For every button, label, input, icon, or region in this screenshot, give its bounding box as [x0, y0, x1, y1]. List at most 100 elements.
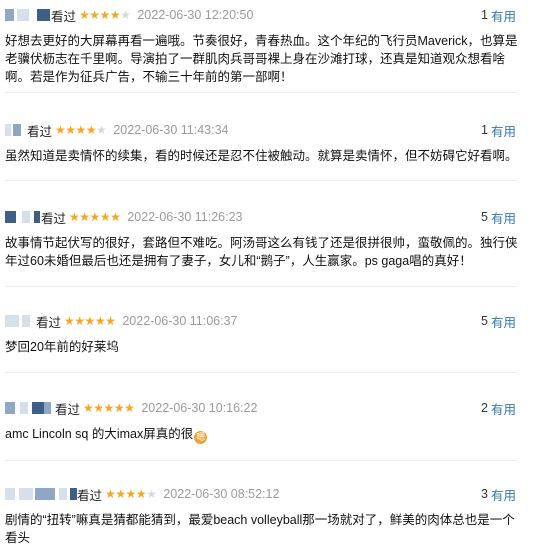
star-filled-icon: ★	[89, 210, 101, 224]
review-content: 剧情的“扭转”嘛真是猜都能猜到，最爱beach volleyball那一场就对了…	[5, 513, 515, 545]
divider	[5, 372, 517, 373]
star-filled-icon: ★	[109, 8, 121, 22]
review-meta: 看过 ★★★★★ 2022-06-30 11:43:34	[5, 120, 229, 140]
review-timestamp: 2022-06-30 10:16:22	[141, 401, 258, 415]
watched-label: 看过	[41, 211, 67, 226]
watched-label: 看过	[27, 124, 53, 139]
star-filled-icon: ★	[84, 314, 96, 328]
rating-stars: ★★★★★	[69, 210, 121, 224]
useful-button[interactable]: 有用	[491, 208, 516, 227]
star-filled-icon: ★	[113, 401, 125, 415]
review-content: 梦回20年前的好莱坞	[5, 340, 119, 354]
vote-count: 1	[481, 8, 488, 22]
star-filled-icon: ★	[125, 487, 137, 501]
username-redacted[interactable]	[17, 9, 29, 21]
star-empty-icon: ★	[120, 8, 131, 22]
star-filled-icon: ★	[103, 401, 115, 415]
review-meta: 看过 ★★★★★ 2022-06-30 11:06:37	[5, 311, 238, 331]
vote-area: 2 有用	[481, 398, 516, 418]
username-redacted[interactable]	[44, 402, 51, 414]
star-filled-icon: ★	[99, 8, 111, 22]
useful-button[interactable]: 有用	[491, 6, 516, 25]
divider	[5, 92, 517, 93]
vote-area: 1 有用	[481, 5, 516, 25]
username-redacted[interactable]	[59, 488, 67, 500]
star-filled-icon: ★	[124, 401, 135, 415]
vote-area: 5 有用	[481, 311, 516, 331]
star-filled-icon: ★	[94, 314, 106, 328]
vote-area: 5 有用	[481, 207, 516, 227]
star-filled-icon: ★	[65, 123, 76, 137]
rating-stars: ★★★★★	[55, 123, 107, 137]
review-content: 故事情节起伏写的很好，套路但不难吃。阿汤哥这么有钱了还是很拼很帅，蛮敬佩的。独行…	[5, 236, 518, 268]
star-filled-icon: ★	[85, 123, 97, 137]
star-filled-icon: ★	[74, 314, 85, 328]
star-empty-icon: ★	[96, 123, 107, 137]
username-redacted[interactable]	[19, 488, 33, 500]
review-content: 虽然知道是卖情怀的续集，看的时候还是忍不住被触动。就算是卖情怀，但不妨碍它好看啊…	[5, 149, 518, 163]
watched-label: 看过	[36, 315, 62, 330]
username-redacted[interactable]	[20, 402, 28, 414]
watched-label: 看过	[51, 9, 77, 24]
review-content: 好想去更好的大屏幕再看一遍哦。节奏很好，青春热血。这个年纪的飞行员Maveric…	[5, 34, 518, 84]
divider	[5, 180, 517, 181]
watched-label: 看过	[77, 488, 103, 503]
review-meta: 看过 ★★★★★ 2022-06-30 11:26:23	[5, 207, 243, 227]
star-filled-icon: ★	[55, 123, 66, 137]
star-filled-icon: ★	[89, 8, 100, 22]
star-filled-icon: ★	[110, 210, 121, 224]
vote-count: 1	[481, 123, 488, 137]
review-timestamp: 2022-06-30 11:26:23	[127, 210, 243, 224]
rating-stars: ★★★★★	[64, 314, 116, 328]
star-filled-icon: ★	[99, 210, 111, 224]
username-redacted[interactable]	[70, 488, 77, 500]
useful-button[interactable]: 有用	[491, 312, 516, 331]
star-filled-icon: ★	[115, 487, 126, 501]
vote-count: 2	[481, 401, 488, 415]
username-redacted[interactable]	[22, 211, 30, 223]
vote-area: 3 有用	[481, 484, 516, 504]
vote-count: 5	[481, 314, 488, 328]
username-redacted[interactable]	[37, 9, 50, 21]
vote-area: 1 有用	[481, 120, 516, 140]
vote-count: 3	[481, 487, 488, 501]
star-filled-icon: ★	[69, 210, 80, 224]
username-redacted[interactable]	[22, 315, 30, 327]
watched-label: 看过	[55, 402, 81, 417]
review-text: amc Lincoln sq 的大imax屏真的很	[5, 427, 194, 441]
review-timestamp: 2022-06-30 11:06:37	[122, 314, 238, 328]
username-redacted[interactable]	[5, 124, 11, 136]
rating-stars: ★★★★★	[79, 8, 131, 22]
username-redacted[interactable]	[5, 211, 16, 223]
rating-stars: ★★★★★	[105, 487, 157, 501]
username-redacted[interactable]	[5, 488, 15, 500]
review-meta: 看过 ★★★★★ 2022-06-30 10:16:22	[5, 398, 257, 418]
star-empty-icon: ★	[146, 487, 157, 501]
review-meta: 看过 ★★★★★ 2022-06-30 08:52:12	[5, 484, 279, 504]
useful-button[interactable]: 有用	[491, 399, 516, 418]
emoji-icon: 嗯	[194, 431, 208, 444]
star-filled-icon: ★	[105, 487, 116, 501]
username-redacted[interactable]	[5, 315, 19, 327]
username-redacted[interactable]	[35, 488, 55, 500]
star-filled-icon: ★	[75, 123, 87, 137]
star-filled-icon: ★	[79, 210, 90, 224]
rating-stars: ★★★★★	[83, 401, 135, 415]
username-redacted[interactable]	[32, 402, 44, 414]
useful-button[interactable]: 有用	[491, 121, 516, 140]
star-filled-icon: ★	[83, 401, 94, 415]
divider	[5, 286, 517, 287]
username-redacted[interactable]	[13, 124, 21, 136]
star-filled-icon: ★	[64, 314, 75, 328]
review-timestamp: 2022-06-30 12:20:50	[137, 8, 254, 22]
username-redacted[interactable]	[34, 211, 40, 223]
useful-button[interactable]: 有用	[491, 485, 516, 504]
review-meta: 看过 ★★★★★ 2022-06-30 12:20:50	[5, 5, 253, 25]
review-timestamp: 2022-06-30 11:43:34	[113, 123, 229, 137]
review-content: amc Lincoln sq 的大imax屏真的很嗯	[5, 425, 520, 444]
divider	[5, 460, 517, 461]
username-redacted[interactable]	[5, 402, 15, 414]
star-filled-icon: ★	[79, 8, 90, 22]
star-filled-icon: ★	[105, 314, 116, 328]
username-redacted[interactable]	[5, 9, 14, 21]
